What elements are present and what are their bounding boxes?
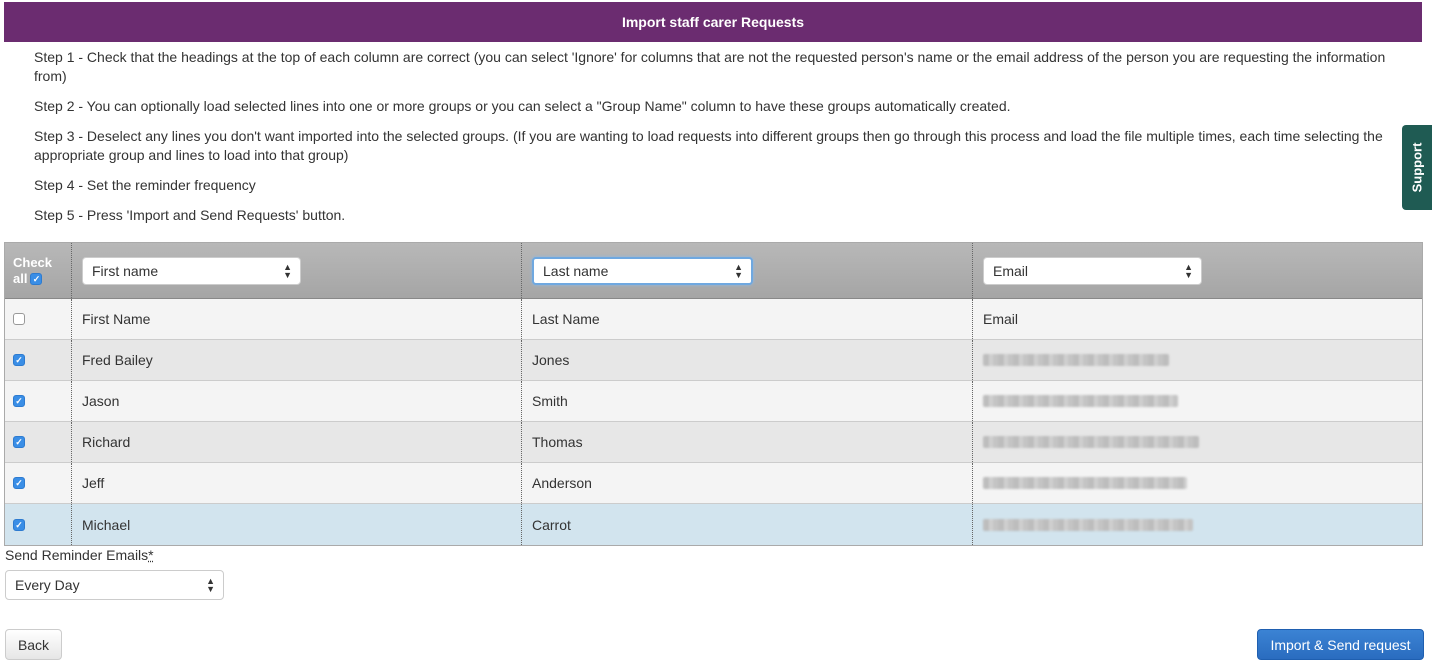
check-all-checkbox[interactable] (30, 272, 43, 285)
column-3-mapping-select[interactable]: Email ▲ ▼ (983, 256, 1202, 285)
email-cell: Email (983, 311, 1019, 327)
row-checkbox[interactable] (13, 477, 25, 489)
check-all-label-line1: Check (13, 254, 53, 270)
email-cell (973, 340, 1422, 380)
instructions: Step 1 - Check that the headings at the … (34, 48, 1406, 236)
email-cell (973, 504, 1422, 545)
column-3-header: Email ▲ ▼ (973, 243, 1422, 298)
required-mark: * (148, 547, 154, 563)
import-send-button-label: Import & Send request (1270, 636, 1411, 653)
select-arrows-icon: ▲ ▼ (1184, 261, 1193, 280)
column-1-mapping-select[interactable]: First name ▲ ▼ (82, 256, 301, 285)
reminder-label: Send Reminder Emails* (5, 547, 154, 563)
select-arrows-icon: ▲ ▼ (283, 261, 292, 280)
first-name-cell: Jeff (72, 463, 522, 503)
page-title-bar: Import staff carer Requests (4, 2, 1422, 42)
row-checkbox[interactable] (13, 354, 25, 366)
row-checkbox[interactable] (13, 395, 25, 407)
page-title: Import staff carer Requests (621, 14, 805, 30)
import-send-button[interactable]: Import & Send request (1257, 629, 1424, 660)
table-row: Jeff Anderson (5, 463, 1422, 504)
table-row: Richard Thomas (5, 422, 1422, 463)
last-name-cell: Carrot (522, 504, 973, 545)
last-name-cell: Smith (522, 381, 973, 421)
column-1-mapping-value: First name (92, 262, 159, 279)
table-row: Michael Carrot (5, 504, 1422, 545)
email-cell (973, 422, 1422, 462)
redacted-email (983, 436, 1199, 448)
last-name-cell: Anderson (522, 463, 973, 503)
redacted-email (983, 518, 1193, 531)
support-tab[interactable]: Support (1402, 125, 1432, 210)
redacted-email (983, 395, 1178, 407)
select-arrows-icon: ▲ ▼ (206, 576, 215, 594)
last-name-cell: Last Name (522, 299, 973, 339)
check-all-label-line2: all (13, 270, 28, 286)
last-name-cell: Jones (522, 340, 973, 380)
column-1-header: First name ▲ ▼ (72, 243, 522, 298)
first-name-cell: Michael (72, 504, 522, 545)
back-button-label: Back (17, 636, 50, 653)
table-row: Jason Smith (5, 381, 1422, 422)
column-2-mapping-select[interactable]: Last name ▲ ▼ (532, 256, 753, 285)
reminder-frequency-value: Every Day (15, 577, 80, 593)
row-checkbox[interactable] (13, 518, 25, 531)
first-name-cell: Fred Bailey (72, 340, 522, 380)
last-name-cell: Thomas (522, 422, 973, 462)
column-2-mapping-value: Last name (543, 262, 609, 279)
redacted-email (983, 477, 1187, 489)
row-checkbox[interactable] (13, 313, 25, 325)
support-label: Support (1409, 142, 1425, 193)
table-row: First Name Last Name Email (5, 299, 1422, 340)
back-button[interactable]: Back (5, 629, 62, 660)
select-arrows-icon: ▲ ▼ (734, 261, 743, 280)
email-cell (973, 463, 1422, 503)
redacted-email (983, 354, 1169, 366)
table-row: Fred Bailey Jones (5, 340, 1422, 381)
import-grid: Check all First name ▲▼ Last name ▲▼ Ema… (4, 242, 1423, 546)
row-checkbox[interactable] (13, 436, 25, 448)
step-5-text: Step 5 - Press 'Import and Send Requests… (34, 207, 346, 223)
first-name-cell: Jason (72, 381, 522, 421)
column-2-header: Last name ▲ ▼ (522, 243, 973, 298)
grid-header-row: Check all First name ▲▼ Last name ▲▼ Ema… (5, 243, 1422, 299)
first-name-cell: First Name (72, 299, 522, 339)
reminder-label-text: Send Reminder Emails (5, 547, 149, 563)
step-4-text: Step 4 - Set the reminder frequency (34, 177, 256, 193)
step-3-text: Step 3 - Deselect any lines you don't wa… (34, 128, 1383, 163)
check-all-cell: Check all (5, 243, 72, 298)
email-cell (973, 381, 1422, 421)
first-name-cell: Richard (72, 422, 522, 462)
step-1-text: Step 1 - Check that the headings at the … (34, 49, 1386, 84)
reminder-frequency-select[interactable]: Every Day ▲ ▼ (5, 570, 224, 600)
column-3-mapping-value: Email (993, 262, 1029, 279)
step-2-text: Step 2 - You can optionally load selecte… (34, 98, 1011, 114)
